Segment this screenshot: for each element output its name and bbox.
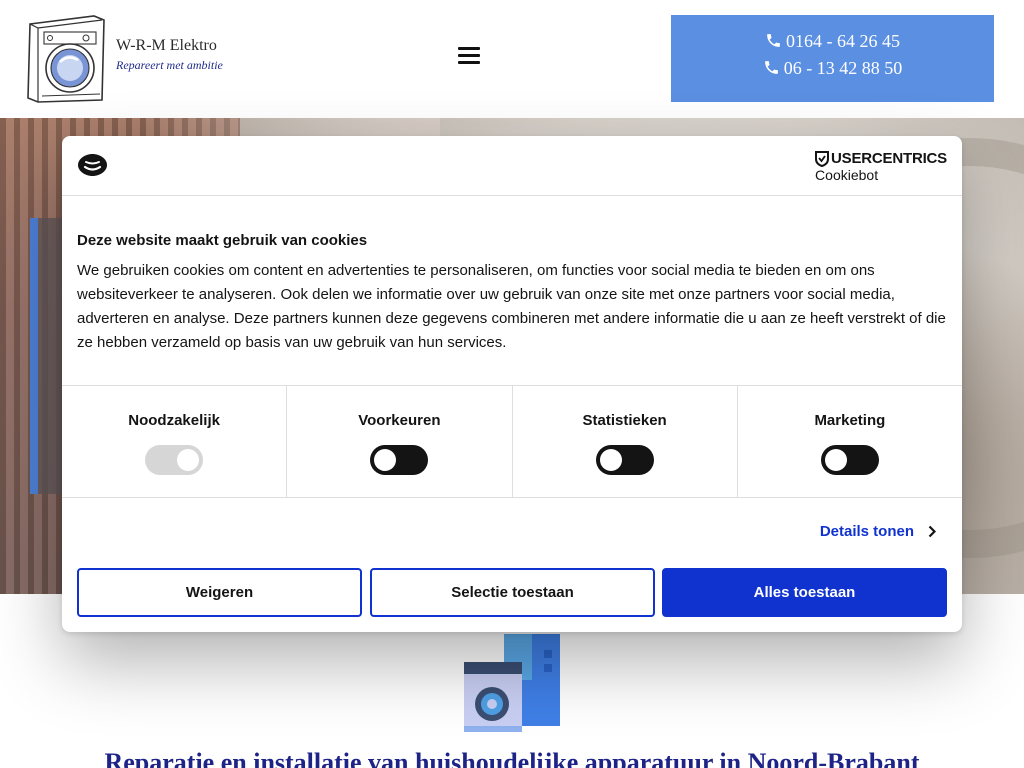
category-marketing: Marketing <box>738 386 962 497</box>
consent-categories: Noodzakelijk Voorkeuren Statistieken Mar… <box>62 385 962 498</box>
reject-button[interactable]: Weigeren <box>77 568 362 617</box>
dialog-header: USERCENTRICS Cookiebot <box>62 136 962 196</box>
category-preferences: Voorkeuren <box>287 386 513 497</box>
toggle-necessary <box>145 445 204 475</box>
cookiebot-wordmark: Cookiebot <box>815 167 879 183</box>
category-statistics: Statistieken <box>513 386 738 497</box>
toggle-statistics[interactable] <box>595 445 654 475</box>
shield-icon <box>815 150 830 167</box>
page-heading: Reparatie en installatie van huishoudeli… <box>104 748 920 768</box>
allow-selection-button[interactable]: Selectie toestaan <box>370 568 655 617</box>
usercentrics-wordmark: USERCENTRICS <box>831 150 947 167</box>
usercentrics-brand[interactable]: USERCENTRICS Cookiebot <box>815 150 947 183</box>
cookiebot-logo-icon <box>77 153 108 177</box>
site-header: W-R-M Elektro Repareert met ambitie 0164… <box>0 0 1024 118</box>
phone-box: 0164 - 64 26 45 06 - 13 42 88 50 <box>671 15 994 102</box>
show-details-label: Details tonen <box>819 523 914 540</box>
category-label: Noodzakelijk <box>128 412 220 429</box>
washing-machine-icon[interactable] <box>24 14 108 104</box>
phone-icon <box>764 61 778 74</box>
phone-number: 06 - 13 42 88 50 <box>783 58 903 78</box>
category-label: Marketing <box>814 412 886 429</box>
phone-link-landline[interactable]: 0164 - 64 26 45 <box>671 31 994 52</box>
category-label: Statistieken <box>582 412 667 429</box>
toggle-preferences[interactable] <box>370 445 429 475</box>
dialog-body-text: We gebruiken cookies om content en adver… <box>77 262 946 351</box>
category-necessary: Noodzakelijk <box>62 386 288 497</box>
phone-link-mobile[interactable]: 06 - 13 42 88 50 <box>671 58 994 79</box>
phone-icon <box>767 34 780 47</box>
brand-tagline: Repareert met ambitie <box>116 58 223 72</box>
category-label: Voorkeuren <box>358 412 441 429</box>
hamburger-menu-icon[interactable] <box>456 45 482 67</box>
toggle-marketing[interactable] <box>820 445 879 475</box>
appliance-icon <box>464 634 560 734</box>
allow-all-button[interactable]: Alles toestaan <box>662 568 947 617</box>
cookie-consent-dialog: USERCENTRICS Cookiebot Deze website maak… <box>62 136 962 632</box>
brand-name[interactable]: W-R-M Elektro <box>116 37 217 55</box>
show-details-link[interactable]: Details tonen <box>820 523 936 540</box>
phone-number: 0164 - 64 26 45 <box>786 31 900 51</box>
chevron-right-icon <box>928 525 936 538</box>
dialog-title: Deze website maakt gebruik van cookies <box>77 232 368 249</box>
